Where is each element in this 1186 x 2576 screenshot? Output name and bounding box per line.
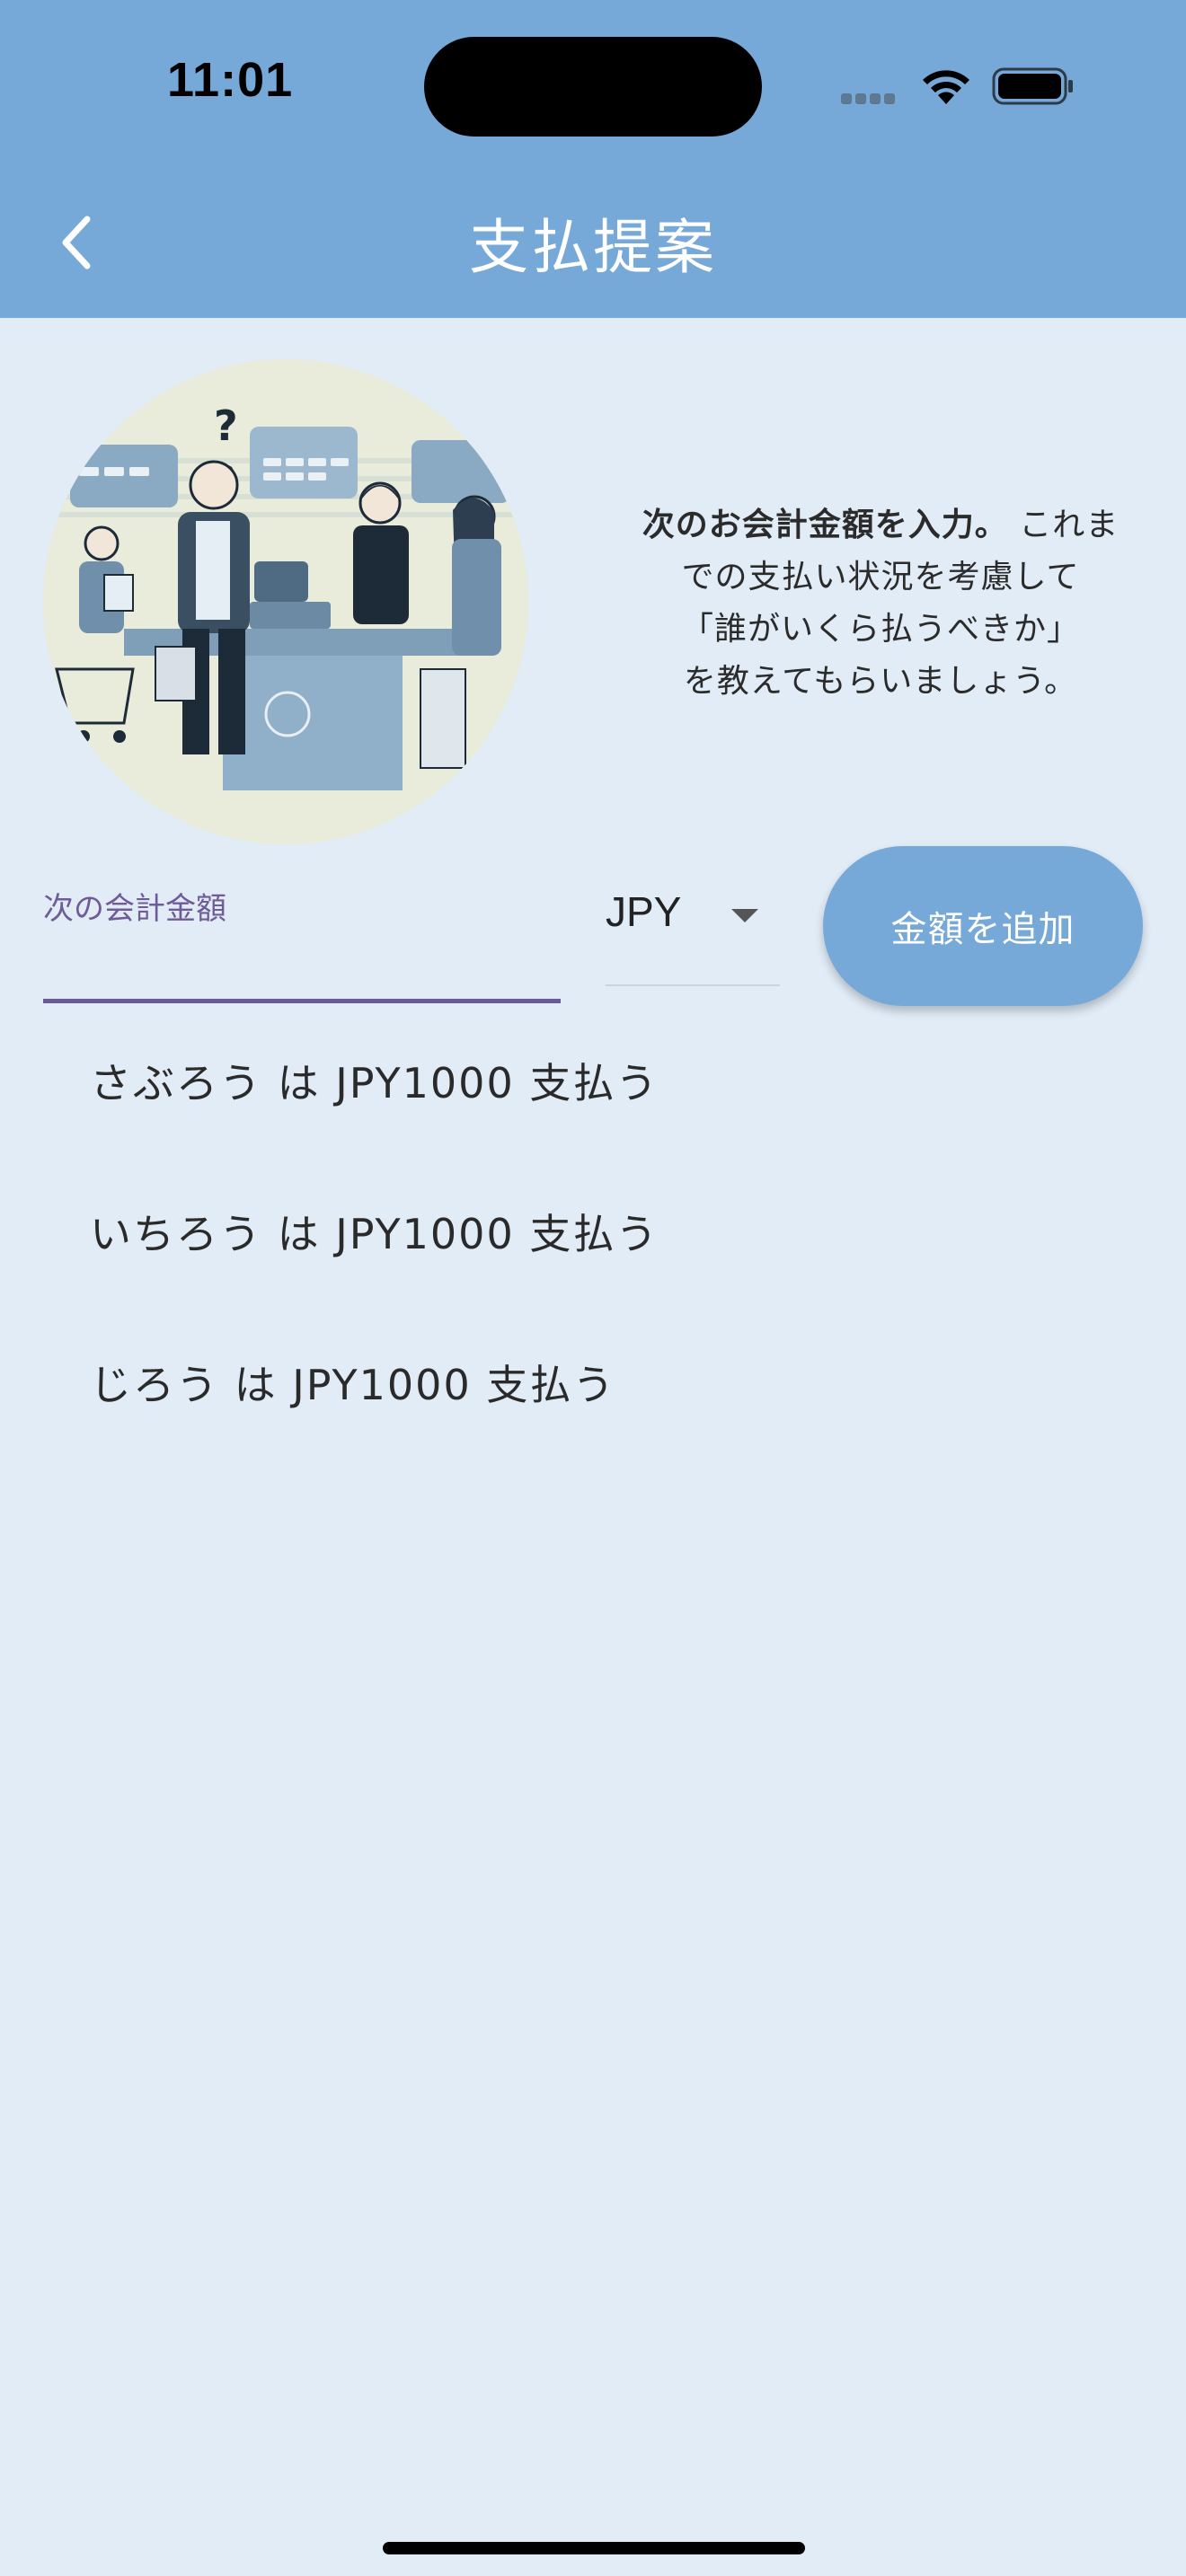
intro-line-1: これま — [1019, 507, 1120, 543]
battery-icon — [992, 67, 1073, 105]
currency-dropdown[interactable]: JPY — [606, 877, 780, 986]
checkout-illustration: ? — [43, 359, 528, 844]
svg-text:?: ? — [214, 401, 238, 450]
dynamic-island — [424, 37, 762, 137]
amount-input-underline — [43, 999, 561, 1003]
list-item: さぶろう は JPY1000 支払う — [90, 1059, 659, 1107]
status-time: 11:01 — [167, 53, 294, 107]
dropdown-caret-icon — [731, 909, 758, 922]
home-indicator[interactable] — [383, 2542, 805, 2554]
currency-value: JPY — [606, 888, 682, 935]
amount-label: 次の会計金額 — [43, 891, 226, 927]
intro-bold-text: 次のお会計金額を入力。 — [642, 507, 1008, 543]
amount-input[interactable] — [43, 925, 561, 993]
cellular-signal-icon — [841, 91, 898, 108]
wifi-icon — [923, 70, 969, 104]
list-item: いちろう は JPY1000 支払う — [90, 1210, 659, 1258]
add-amount-button[interactable]: 金額を追加 — [823, 846, 1143, 1006]
intro-line-3: 「誰がいくら払うべきか」 — [680, 611, 1080, 648]
intro-line-2: での支払い状況を考慮して — [681, 559, 1080, 595]
app-header: 11:01 支払提案 — [0, 0, 1186, 318]
page-title: 支払提案 — [469, 213, 717, 282]
payment-suggestion-list: さぶろう は JPY1000 支払う いちろう は JPY1000 支払う じろ… — [90, 1049, 988, 1502]
list-item: じろう は JPY1000 支払う — [90, 1361, 616, 1409]
intro-description: 次のお会計金額を入力。 これま での支払い状況を考慮して 「誰がいくら払うべきか… — [611, 499, 1150, 708]
intro-line-4: を教えてもらいましょう。 — [683, 663, 1078, 700]
